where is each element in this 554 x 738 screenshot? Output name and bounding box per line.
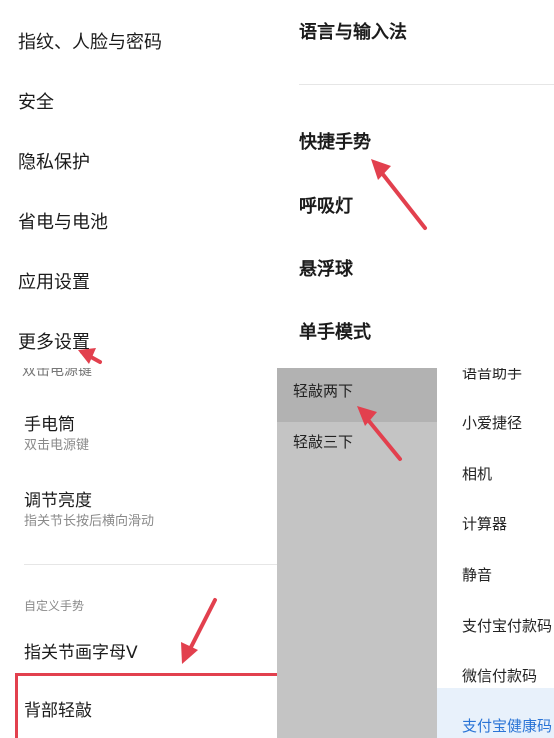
- arrow-knuckle-head: [181, 642, 198, 664]
- arrow-double-tap-head: [357, 406, 377, 426]
- annotation-arrows: [78, 159, 427, 664]
- arrow-gestures: [376, 166, 427, 230]
- arrow-gestures-head: [371, 159, 391, 180]
- arrow-double-tap: [362, 413, 402, 461]
- arrow-knuckle: [185, 598, 217, 657]
